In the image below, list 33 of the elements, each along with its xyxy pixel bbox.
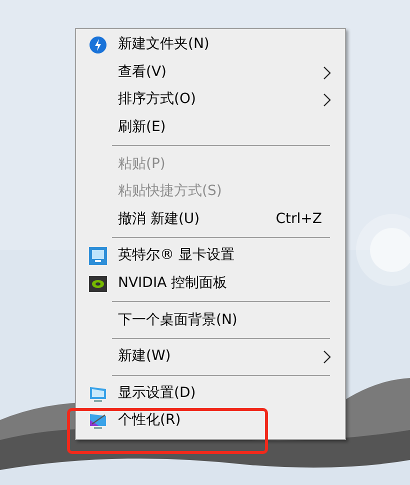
menu-label: 排序方式(O) xyxy=(118,90,196,110)
monitor-icon xyxy=(89,247,107,266)
menu-item[interactable]: 刷新(E) xyxy=(76,114,345,142)
menu-label: 个性化(R) xyxy=(118,411,181,430)
chevron-right-icon xyxy=(323,66,331,80)
menu-label: 显示设置(D) xyxy=(118,384,196,403)
chevron-right-icon xyxy=(323,93,331,108)
menu-item[interactable]: 查看(V) xyxy=(76,58,345,86)
monitor-icon xyxy=(89,412,107,430)
menu-item[interactable]: 英特尔® 显卡设置 xyxy=(76,242,345,270)
monitor-icon xyxy=(89,384,107,403)
menu-label: 撤消 新建(U) xyxy=(118,210,200,229)
menu-item[interactable]: 撤消 新建(U) Ctrl+Z xyxy=(76,206,345,234)
chevron-right-icon xyxy=(323,350,331,364)
menu-item[interactable]: 显示设置(D) xyxy=(76,380,345,408)
menu-item[interactable]: 排序方式(O) xyxy=(76,86,345,114)
menu-item[interactable]: 个性化(R) xyxy=(76,407,345,435)
menu-item[interactable]: 新建(W) xyxy=(76,342,345,371)
nvidia-icon xyxy=(89,274,107,293)
menu-item[interactable]: NVIDIA 控制面板 xyxy=(76,270,345,298)
menu-label: NVIDIA 控制面板 xyxy=(118,274,228,294)
menu-label: 粘贴(P) xyxy=(118,154,166,174)
menu-item[interactable]: 新建文件夹(N) xyxy=(76,31,345,59)
menu-label: 新建文件夹(N) xyxy=(118,35,210,54)
menu-label: 刷新(E) xyxy=(118,118,166,138)
menu-label: 查看(V) xyxy=(118,62,167,82)
menu-item[interactable]: 下一个桌面背景(N) xyxy=(76,306,345,334)
shortcut-label: Ctrl+Z xyxy=(276,210,322,229)
menu-label: 新建(W) xyxy=(118,347,171,366)
menu-label: 下一个桌面背景(N) xyxy=(118,310,238,330)
new-folder-icon xyxy=(89,36,107,54)
menu-label: 英特尔® 显卡设置 xyxy=(118,246,234,266)
menu-label: 粘贴快捷方式(S) xyxy=(118,182,222,202)
